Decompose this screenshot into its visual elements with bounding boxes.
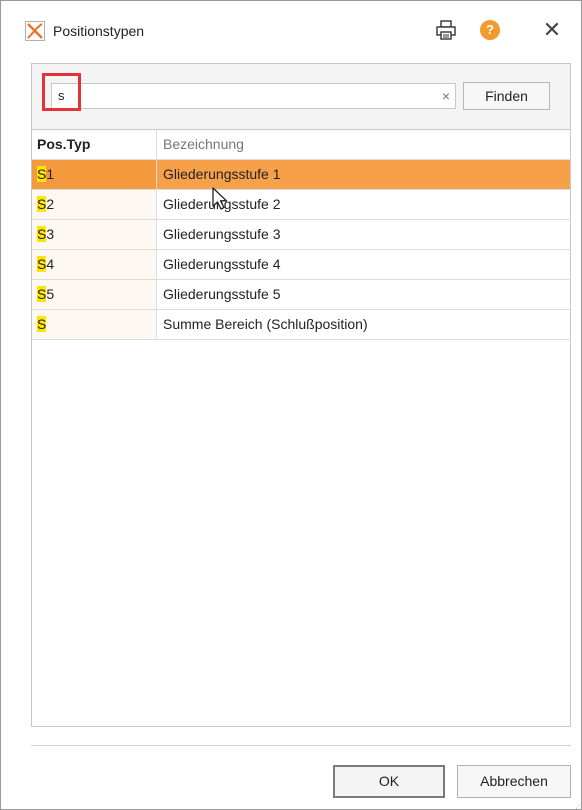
cell-pos-typ: S <box>32 310 157 339</box>
cell-pos-typ: S3 <box>32 220 157 249</box>
clear-icon[interactable]: × <box>438 84 454 108</box>
title-bar: Positionstypen ? ✕ <box>1 1 581 61</box>
cell-bezeichnung: Gliederungsstufe 4 <box>163 256 281 272</box>
table-row[interactable]: S3 Gliederungsstufe 3 <box>32 220 570 250</box>
column-header-pos-typ[interactable]: Pos.Typ <box>32 130 157 159</box>
search-match: S <box>37 226 47 242</box>
mouse-cursor-icon <box>212 187 228 210</box>
grid-header-row: Pos.Typ Bezeichnung <box>32 130 570 160</box>
table-row[interactable]: S Summe Bereich (Schlußposition) <box>32 310 570 340</box>
table-row[interactable]: S4 Gliederungsstufe 4 <box>32 250 570 280</box>
resize-grip-icon[interactable]: ⋰ <box>575 801 582 810</box>
cell-pos-typ: S1 <box>32 160 157 189</box>
table-row[interactable]: S2 Gliederungsstufe 2 <box>32 190 570 220</box>
ok-button[interactable]: OK <box>333 765 445 798</box>
cell-pos-typ: S2 <box>32 190 157 219</box>
close-icon[interactable]: ✕ <box>541 19 563 41</box>
table-row[interactable]: S5 Gliederungsstufe 5 <box>32 280 570 310</box>
find-button[interactable]: Finden <box>463 82 550 110</box>
search-match: S <box>37 256 47 272</box>
search-match: S <box>37 166 47 182</box>
app-logo-icon <box>25 21 45 41</box>
positionstypen-dialog: Positionstypen ? ✕ s × Finden Pos.Typ Be… <box>0 0 582 810</box>
cell-bezeichnung: Summe Bereich (Schlußposition) <box>163 316 368 332</box>
search-match: S <box>37 316 47 332</box>
printer-icon[interactable] <box>435 19 457 41</box>
cell-bezeichnung: Gliederungsstufe 5 <box>163 286 281 302</box>
cell-bezeichnung: Gliederungsstufe 3 <box>163 226 281 242</box>
table-row[interactable]: S1 Gliederungsstufe 1 <box>32 160 570 190</box>
window-title: Positionstypen <box>53 23 145 39</box>
search-match: S <box>37 196 47 212</box>
result-grid: Pos.Typ Bezeichnung S1 Gliederungsstufe … <box>31 129 571 727</box>
cell-bezeichnung: Gliederungsstufe 1 <box>163 166 281 182</box>
cell-pos-typ: S4 <box>32 250 157 279</box>
help-icon[interactable]: ? <box>480 20 500 40</box>
search-input[interactable]: s <box>51 83 456 109</box>
cancel-button[interactable]: Abbrechen <box>457 765 571 798</box>
search-match: S <box>37 286 47 302</box>
search-panel: s × Finden <box>31 63 571 129</box>
footer-separator <box>31 745 571 746</box>
column-header-bezeichnung[interactable]: Bezeichnung <box>157 130 570 159</box>
cell-pos-typ: S5 <box>32 280 157 309</box>
